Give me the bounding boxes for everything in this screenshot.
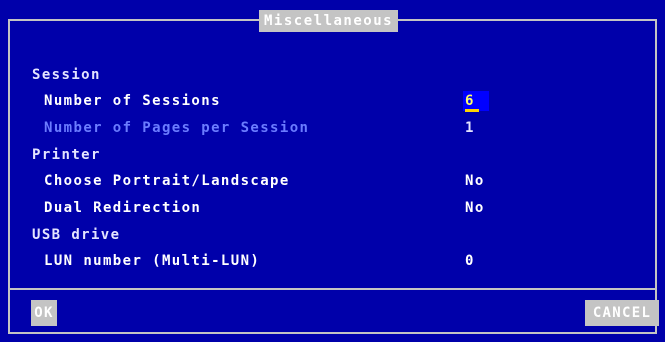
section-session: Session	[32, 67, 101, 83]
settings-screen: Miscellaneous Session Number of Sessions…	[0, 0, 665, 342]
portrait-landscape-label: Choose Portrait/Landscape	[44, 173, 290, 189]
dialog-title: Miscellaneous	[259, 10, 399, 32]
text-cursor	[465, 109, 479, 112]
ok-button[interactable]: OK	[31, 300, 57, 326]
pages-per-session-value: 1	[465, 120, 475, 136]
button-separator	[8, 288, 657, 290]
number-of-sessions-value[interactable]: 6	[465, 92, 473, 110]
lun-number-label: LUN number (Multi-LUN)	[44, 253, 261, 269]
pages-per-session-label: Number of Pages per Session	[44, 120, 310, 136]
number-of-sessions-label: Number of Sessions	[44, 93, 221, 109]
dual-redirection-label: Dual Redirection	[44, 200, 202, 216]
dual-redirection-value[interactable]: No	[465, 199, 485, 217]
lun-number-value[interactable]: 0	[465, 252, 475, 270]
section-printer: Printer	[32, 147, 101, 163]
section-usb-drive: USB drive	[32, 227, 121, 243]
portrait-landscape-value[interactable]: No	[465, 172, 485, 190]
cancel-button[interactable]: CANCEL	[585, 300, 659, 326]
